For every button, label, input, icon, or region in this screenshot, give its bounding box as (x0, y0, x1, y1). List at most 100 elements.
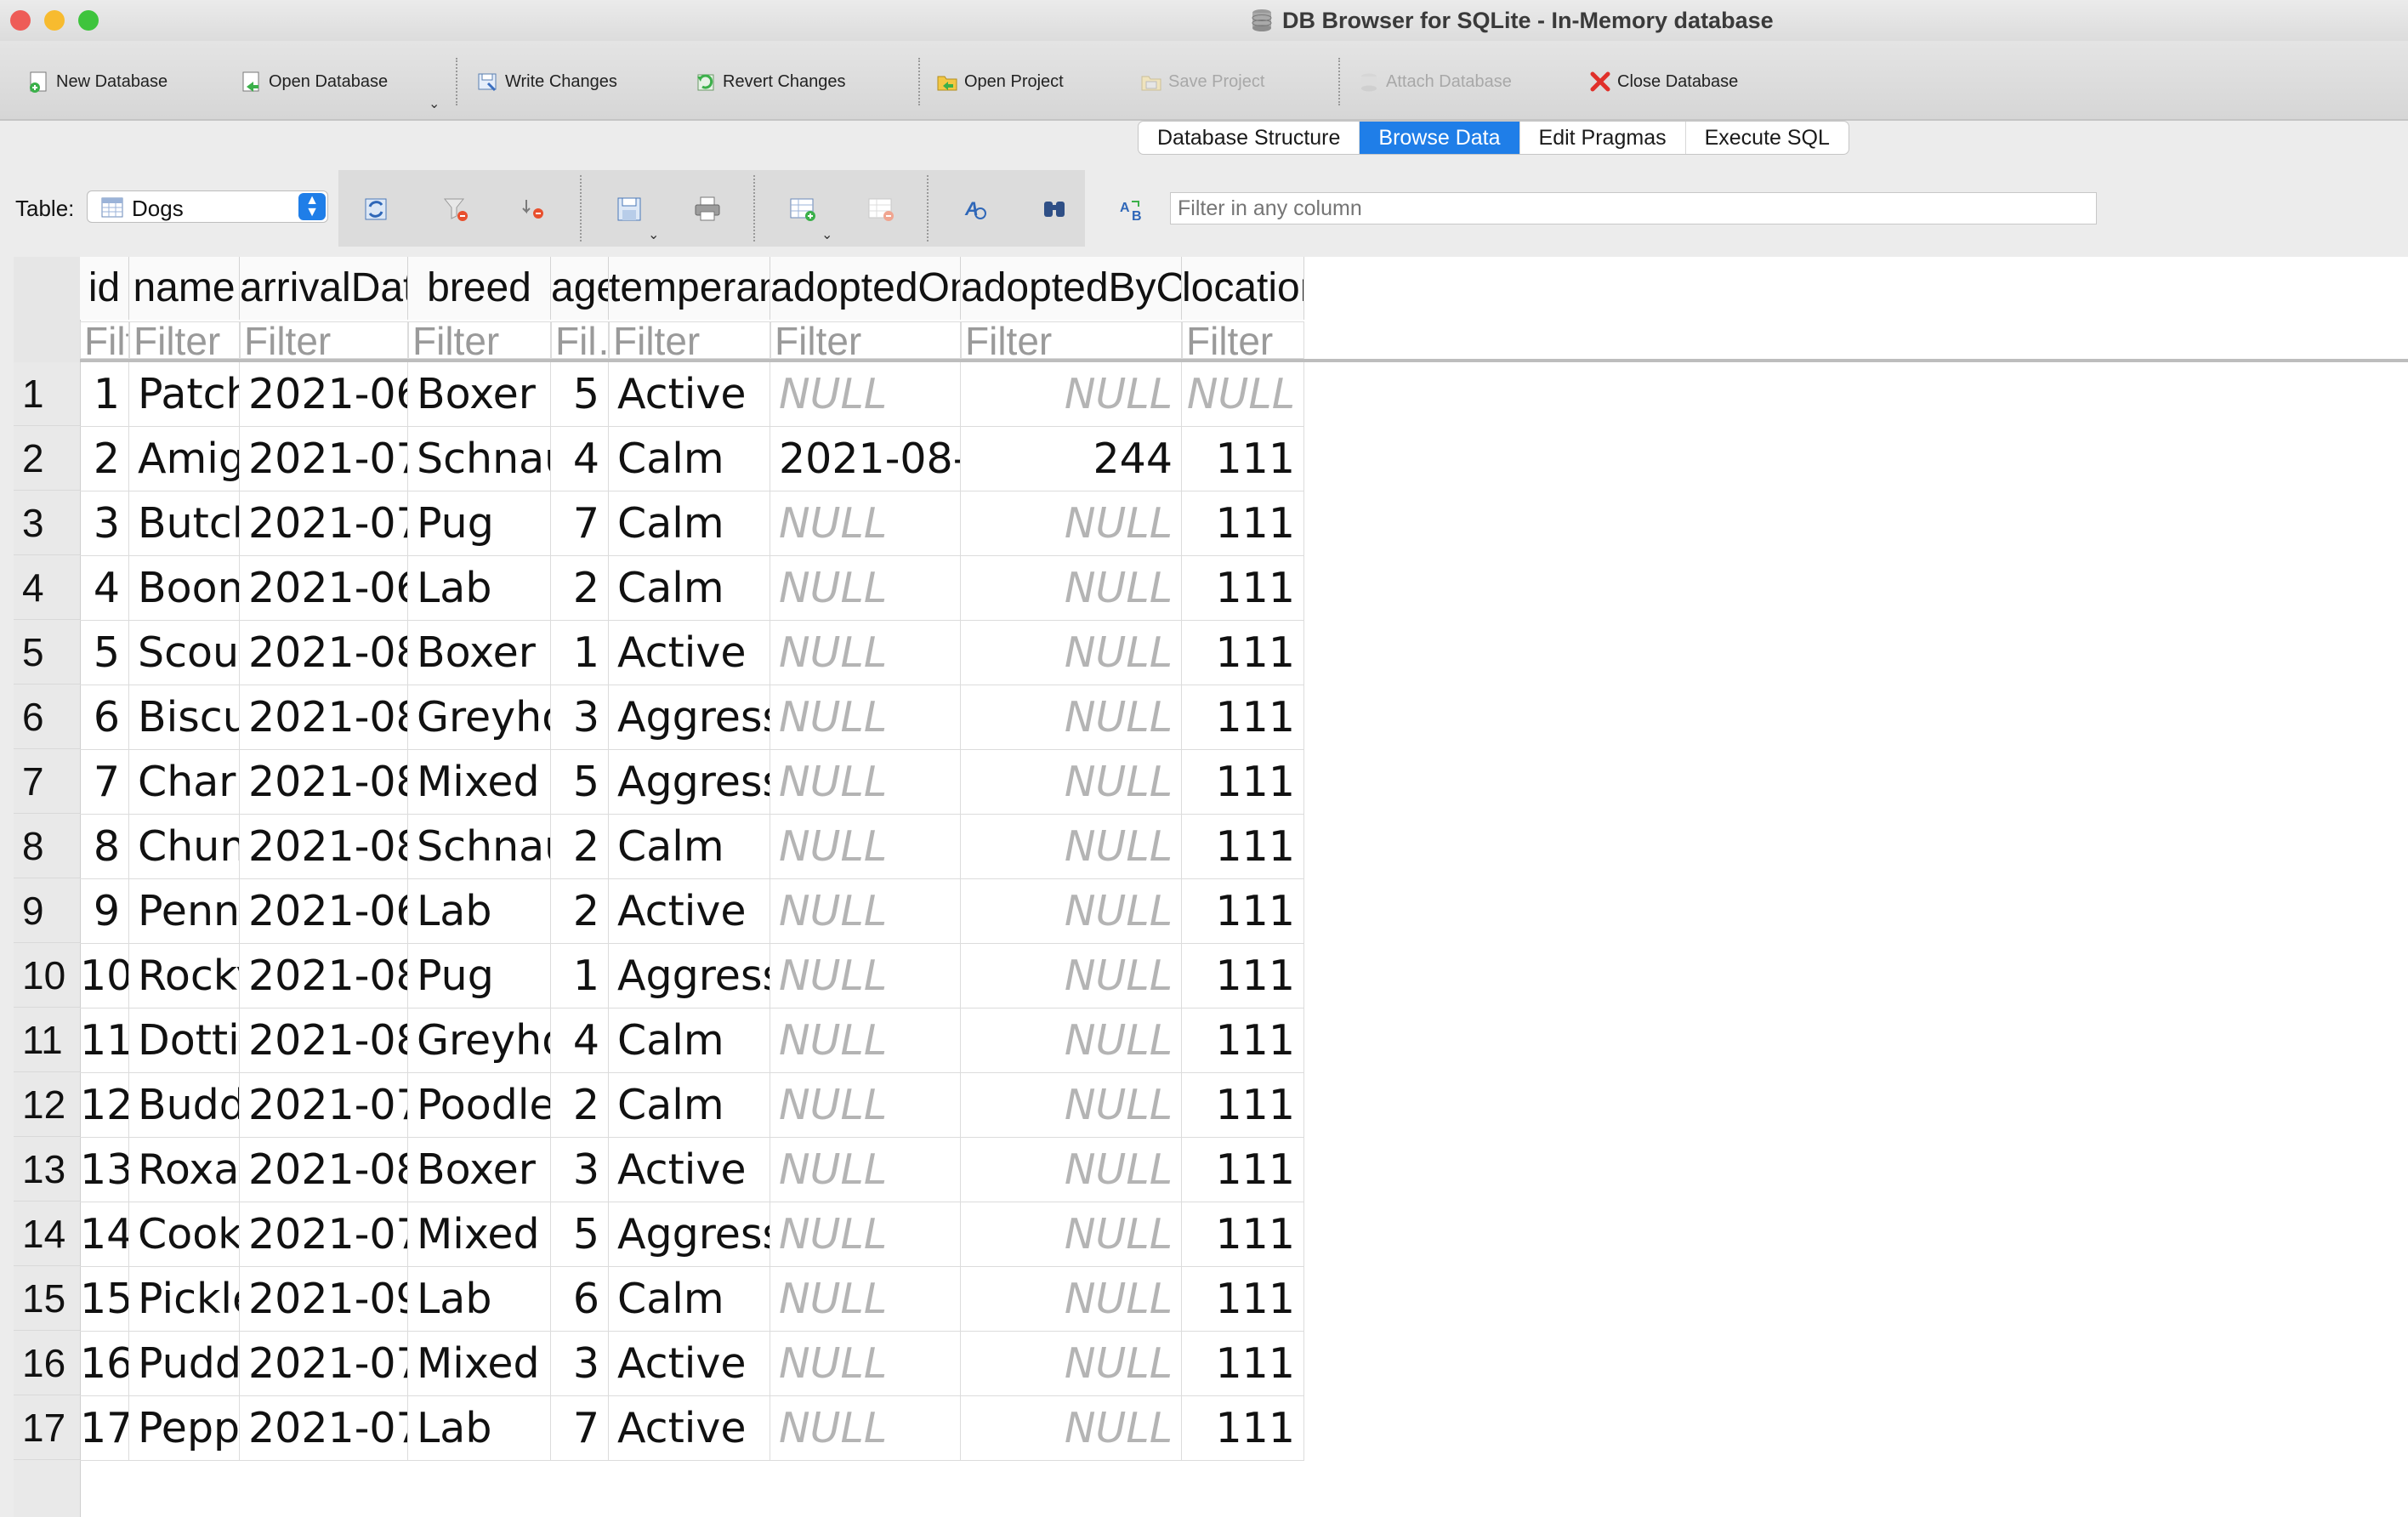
table-cell-adoptedOnDate[interactable]: NULL (770, 556, 961, 621)
table-cell-id[interactable]: 9 (80, 879, 129, 944)
clear-sorting-button[interactable] (517, 192, 551, 226)
column-filter-adoptedByClientId[interactable]: Filter (961, 321, 1182, 359)
table-cell-locationId[interactable]: 111 (1182, 1267, 1304, 1332)
column-filter-name[interactable]: Filter (129, 321, 240, 359)
close-database-button[interactable]: Close Database (1588, 65, 1738, 99)
table-cell-name[interactable]: Rocky (129, 944, 240, 1008)
table-cell-age[interactable]: 7 (551, 491, 609, 556)
table-cell-arrivalDate[interactable]: 2021-06-23 (240, 556, 408, 621)
open-database-button[interactable]: Open Database (240, 65, 388, 99)
table-cell-breed[interactable]: Poodle (408, 1073, 551, 1138)
go-to-button[interactable] (1037, 192, 1071, 226)
insert-record-dropdown-icon[interactable]: ⌄ (821, 226, 832, 243)
table-cell-name[interactable]: Chunk (129, 815, 240, 879)
column-filter-id[interactable]: Filter (80, 321, 129, 359)
table-cell-arrivalDate[interactable]: 2021-07-21 (240, 491, 408, 556)
table-cell-age[interactable]: 4 (551, 427, 609, 491)
tab-edit-pragmas[interactable]: Edit Pragmas (1520, 122, 1686, 154)
table-cell-arrivalDate[interactable]: 2021-07-15 (240, 427, 408, 491)
table-cell-breed[interactable]: Boxer (408, 621, 551, 685)
table-cell-temperament[interactable]: Calm (609, 1267, 770, 1332)
delete-record-button[interactable] (864, 192, 898, 226)
column-filter-breed[interactable]: Filter (408, 321, 551, 359)
table-cell-adoptedByClientId[interactable]: NULL (961, 362, 1182, 427)
table-cell-name[interactable]: Pepper (129, 1396, 240, 1461)
tab-execute-sql[interactable]: Execute SQL (1686, 122, 1849, 154)
table-cell-arrivalDate[interactable]: 2021-07-10 (240, 1332, 408, 1396)
column-filter-temperament[interactable]: Filter (609, 321, 770, 359)
table-cell-id[interactable]: 14 (80, 1202, 129, 1267)
column-filter-age[interactable]: Fil… (551, 321, 609, 359)
table-cell-adoptedByClientId[interactable]: NULL (961, 1332, 1182, 1396)
column-header-locationId[interactable]: locationId (1182, 257, 1304, 320)
table-cell-locationId[interactable]: 111 (1182, 815, 1304, 879)
table-cell-temperament[interactable]: Aggressive (609, 944, 770, 1008)
table-cell-name[interactable]: Amigo (129, 427, 240, 491)
table-cell-arrivalDate[interactable]: 2021-08-15 (240, 1138, 408, 1202)
table-cell-name[interactable]: Pickles (129, 1267, 240, 1332)
table-cell-locationId[interactable]: 111 (1182, 685, 1304, 750)
table-cell-arrivalDate[interactable]: 2021-09-04 (240, 1267, 408, 1332)
column-filter-arrivalDate[interactable]: Filter (240, 321, 408, 359)
table-cell-id[interactable]: 10 (80, 944, 129, 1008)
table-cell-id[interactable]: 12 (80, 1073, 129, 1138)
table-cell-adoptedByClientId[interactable]: NULL (961, 621, 1182, 685)
table-cell-age[interactable]: 3 (551, 1332, 609, 1396)
table-cell-breed[interactable]: Lab (408, 1396, 551, 1461)
table-cell-breed[interactable]: Mixed (408, 1202, 551, 1267)
row-number[interactable]: 13 (14, 1138, 80, 1202)
table-cell-name[interactable]: Butch (129, 491, 240, 556)
table-cell-name[interactable]: Puddy (129, 1332, 240, 1396)
table-cell-breed[interactable]: Lab (408, 1267, 551, 1332)
table-cell-adoptedByClientId[interactable]: NULL (961, 1202, 1182, 1267)
new-database-button[interactable]: New Database (27, 65, 168, 99)
table-cell-arrivalDate[interactable]: 2021-07-03 (240, 1202, 408, 1267)
table-cell-temperament[interactable]: Active (609, 1396, 770, 1461)
row-number[interactable]: 3 (14, 491, 80, 555)
table-cell-adoptedByClientId[interactable]: NULL (961, 750, 1182, 815)
table-cell-locationId[interactable]: 111 (1182, 556, 1304, 621)
table-cell-adoptedOnDate[interactable]: NULL (770, 491, 961, 556)
table-cell-id[interactable]: 5 (80, 621, 129, 685)
table-cell-adoptedByClientId[interactable]: NULL (961, 1267, 1182, 1332)
tab-browse-data[interactable]: Browse Data (1360, 122, 1520, 154)
table-cell-adoptedOnDate[interactable]: NULL (770, 944, 961, 1008)
table-cell-id[interactable]: 7 (80, 750, 129, 815)
table-cell-temperament[interactable]: Active (609, 621, 770, 685)
table-cell-breed[interactable]: Mixed (408, 1332, 551, 1396)
table-cell-name[interactable]: Buddy (129, 1073, 240, 1138)
refresh-button[interactable] (359, 192, 393, 226)
write-changes-button[interactable]: Write Changes (476, 65, 617, 99)
table-cell-age[interactable]: 2 (551, 815, 609, 879)
clear-filters-button[interactable] (439, 192, 473, 226)
row-number[interactable]: 1 (14, 362, 80, 426)
table-cell-name[interactable]: Patches (129, 362, 240, 427)
table-cell-age[interactable]: 1 (551, 944, 609, 1008)
table-cell-adoptedOnDate[interactable]: NULL (770, 621, 961, 685)
table-cell-adoptedOnDate[interactable]: NULL (770, 1073, 961, 1138)
close-window-button[interactable] (10, 10, 31, 31)
table-cell-age[interactable]: 3 (551, 1138, 609, 1202)
table-cell-temperament[interactable]: Aggressive (609, 750, 770, 815)
table-cell-name[interactable]: Biscuit (129, 685, 240, 750)
table-cell-breed[interactable]: Lab (408, 556, 551, 621)
table-cell-temperament[interactable]: Aggressive (609, 1202, 770, 1267)
table-cell-locationId[interactable]: 111 (1182, 1073, 1304, 1138)
table-cell-adoptedOnDate[interactable]: NULL (770, 1138, 961, 1202)
row-number[interactable]: 6 (14, 685, 80, 749)
row-number[interactable]: 2 (14, 427, 80, 491)
column-header-arrivalDate[interactable]: arrivalDate (240, 257, 408, 320)
save-project-button[interactable]: Save Project (1139, 65, 1264, 99)
column-header-adoptedByClientId[interactable]: adoptedByClientId (961, 257, 1182, 320)
grid-corner[interactable] (14, 257, 81, 362)
table-cell-adoptedByClientId[interactable]: NULL (961, 1073, 1182, 1138)
table-cell-age[interactable]: 4 (551, 1008, 609, 1073)
table-cell-locationId[interactable]: NULL (1182, 362, 1304, 427)
table-cell-arrivalDate[interactable]: 2021-07-01 (240, 1073, 408, 1138)
table-cell-id[interactable]: 6 (80, 685, 129, 750)
row-number[interactable]: 15 (14, 1267, 80, 1331)
table-cell-breed[interactable]: Boxer (408, 1138, 551, 1202)
table-cell-age[interactable]: 5 (551, 1202, 609, 1267)
table-cell-adoptedOnDate[interactable]: NULL (770, 1396, 961, 1461)
table-cell-age[interactable]: 1 (551, 621, 609, 685)
